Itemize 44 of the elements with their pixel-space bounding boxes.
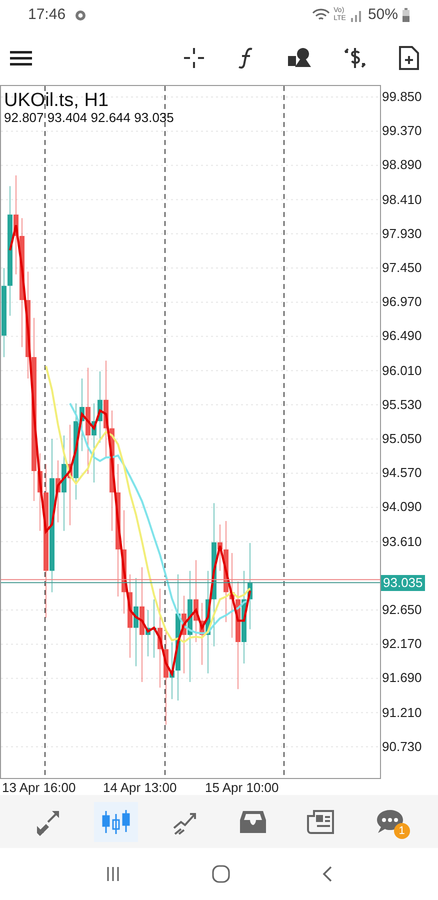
time-axis-label: 14 Apr 13:00: [103, 781, 177, 795]
price-axis-label: 90.730: [382, 740, 422, 754]
price-axis-label: 96.490: [382, 329, 422, 344]
price-axis-label: 92.650: [382, 603, 422, 617]
price-axis-label: 98.410: [382, 192, 422, 207]
inbox-icon: [239, 808, 268, 834]
wifi-icon: [312, 8, 330, 22]
chart-symbol-title: UKOil.ts, H1: [4, 91, 110, 111]
newspaper-icon: [307, 808, 336, 834]
gear-icon: [74, 8, 87, 22]
shapes-icon[interactable]: [286, 46, 312, 70]
price-axis-label: 97.930: [382, 226, 422, 241]
price-axis-label: 91.690: [382, 671, 422, 686]
notification-badge: 1: [394, 822, 410, 838]
new-document-icon[interactable]: [398, 44, 420, 70]
back-icon[interactable]: [320, 865, 333, 883]
ohlc-values: 92.807 93.404 92.644 93.035: [4, 111, 174, 124]
price-axis-label: 97.450: [382, 261, 422, 275]
battery-icon: [402, 8, 410, 22]
battery-percent: 50%: [368, 4, 398, 25]
nav-tab[interactable]: [94, 802, 138, 842]
status-time: 17:46: [28, 4, 66, 25]
price-axis-label: 98.890: [382, 158, 422, 172]
price-axis-label: 96.970: [382, 295, 422, 310]
crosshair-icon[interactable]: [182, 46, 206, 70]
price-axis-label: 94.090: [382, 500, 422, 514]
price-axis-label: 99.850: [382, 90, 422, 104]
menu-icon[interactable]: [10, 50, 32, 66]
price-axis-label: 93.610: [382, 534, 422, 549]
price-axis-label: 91.210: [382, 706, 422, 720]
candlestick-icon: [101, 808, 132, 836]
time-axis-label: 15 Apr 10:00: [205, 781, 279, 795]
recent-apps-icon[interactable]: [105, 866, 122, 882]
price-axis-label: 92.170: [382, 637, 422, 652]
price-axis-label: 96.010: [382, 364, 422, 378]
price-axis-label: 99.370: [382, 124, 422, 138]
signal-icon: [350, 8, 364, 22]
price-axis-label: 95.050: [382, 432, 422, 446]
current-price-label: 93.035: [381, 574, 425, 591]
price-axis-label: 94.570: [382, 466, 422, 480]
time-axis-label: 13 Apr 16:00: [2, 781, 76, 795]
nav-tab[interactable]: 1: [368, 802, 412, 842]
price-axis-label: 95.530: [382, 398, 422, 412]
home-icon[interactable]: [212, 865, 230, 883]
